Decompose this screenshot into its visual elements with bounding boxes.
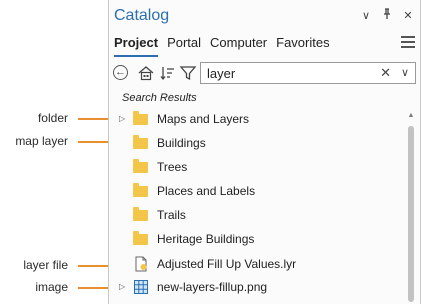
result-item-label: Adjusted Fill Up Values.lyr	[157, 257, 297, 271]
catalog-toolbar: ← ✕ ∨	[109, 62, 420, 86]
result-item-folder[interactable]: ▷ Maps and Layers	[109, 108, 399, 130]
scroll-thumb[interactable]	[408, 126, 414, 302]
image-icon	[133, 279, 149, 295]
result-item-map-layer[interactable]: Buildings	[109, 132, 399, 154]
pin-icon[interactable]	[381, 8, 393, 24]
result-item-label: Trees	[157, 160, 188, 174]
tab-computer[interactable]: Computer	[210, 34, 267, 52]
result-item-map-layer[interactable]: Trails	[109, 204, 399, 226]
search-box: ✕ ∨	[200, 62, 416, 84]
result-item-label: Buildings	[157, 136, 206, 150]
tab-project[interactable]: Project	[114, 34, 158, 52]
results-scrollbar[interactable]: ▲	[406, 112, 416, 302]
result-item-label: Places and Labels	[157, 184, 256, 198]
search-results-header: Search Results	[122, 92, 197, 104]
callout-folder-label: folder	[37, 111, 68, 125]
result-item-label: Trails	[157, 208, 186, 222]
result-item-map-layer[interactable]: Trees	[109, 156, 399, 178]
chevron-down-icon[interactable]: ∨	[360, 9, 372, 23]
folder-icon	[133, 207, 149, 223]
callout-image: image	[0, 280, 68, 296]
callout-map-layer: map layer	[0, 134, 68, 150]
chevron-down-icon[interactable]: ∨	[401, 65, 409, 81]
folder-icon	[133, 159, 149, 175]
layer-file-icon	[133, 256, 149, 272]
result-item-label: Heritage Buildings	[157, 232, 255, 246]
expand-arrow-icon[interactable]: ▷	[119, 114, 125, 123]
catalog-tabs: Project Portal Computer Favorites	[114, 34, 330, 52]
tab-favorites[interactable]: Favorites	[276, 34, 329, 52]
close-icon[interactable]: ✕	[380, 66, 391, 80]
filter-icon[interactable]	[179, 64, 197, 82]
pane-title-controls: ∨ ✕	[360, 8, 414, 24]
callout-layer-file: layer file	[0, 258, 68, 274]
callout-map-layer-label: map layer	[15, 134, 68, 148]
folder-icon	[133, 231, 149, 247]
result-item-label: Maps and Layers	[157, 112, 250, 126]
pane-titlebar: Catalog ∨ ✕	[109, 0, 420, 32]
active-tab-indicator	[114, 55, 158, 57]
result-item-layer-file[interactable]: Adjusted Fill Up Values.lyr	[109, 253, 399, 275]
folder-icon	[133, 135, 149, 151]
callout-layer-file-label: layer file	[23, 258, 68, 272]
sort-icon[interactable]	[159, 64, 177, 82]
home-icon[interactable]	[137, 64, 155, 82]
pane-title: Catalog	[114, 7, 170, 24]
back-icon[interactable]: ←	[113, 65, 128, 80]
catalog-pane: Catalog ∨ ✕ Project Portal Computer Favo…	[108, 0, 421, 304]
folder-icon	[133, 111, 149, 127]
close-icon[interactable]: ✕	[402, 9, 414, 23]
folder-icon	[133, 183, 149, 199]
result-item-label: new-layers-fillup.png	[157, 280, 268, 294]
expand-arrow-icon[interactable]: ▷	[119, 282, 125, 291]
result-item-image[interactable]: ▷ new-layers-fillup.png	[109, 276, 399, 298]
result-item-map-layer[interactable]: Places and Labels	[109, 180, 399, 202]
callout-folder: folder	[0, 111, 68, 127]
callout-image-label: image	[35, 280, 68, 294]
search-input[interactable]	[207, 65, 367, 81]
hamburger-menu-icon[interactable]	[401, 36, 415, 48]
scroll-up-icon[interactable]: ▲	[406, 112, 416, 119]
tab-portal[interactable]: Portal	[167, 34, 201, 52]
result-item-map-layer[interactable]: Heritage Buildings	[109, 228, 399, 250]
